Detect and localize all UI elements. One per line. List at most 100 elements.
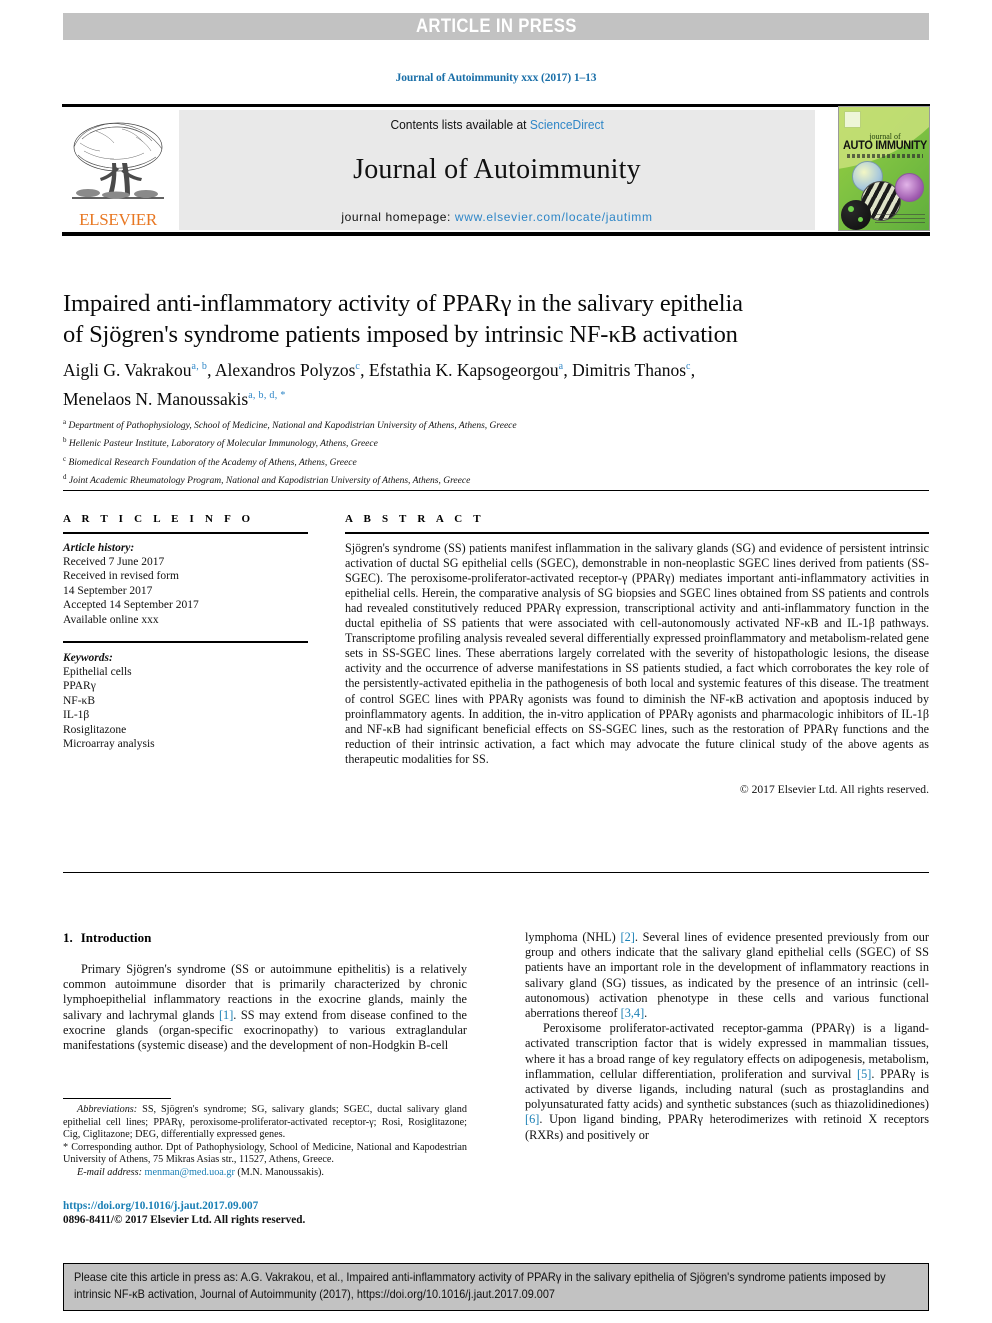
affiliation-item: b Hellenic Pasteur Institute, Laboratory… bbox=[63, 433, 923, 451]
article-page: ARTICLE IN PRESS Journal of Autoimmunity… bbox=[0, 0, 992, 1323]
cover-footer-bars bbox=[875, 211, 925, 223]
corresponding-author-note: * Corresponding author. Dpt of Pathophys… bbox=[63, 1141, 467, 1166]
please-cite-box: Please cite this article in press as: A.… bbox=[63, 1263, 929, 1311]
homepage-url-link[interactable]: www.elsevier.com/locate/jautimm bbox=[455, 210, 653, 224]
article-info-rule bbox=[63, 532, 308, 534]
abstract-rule bbox=[345, 532, 929, 534]
cover-dot-1 bbox=[848, 206, 854, 212]
article-info-heading: A R T I C L E I N F O bbox=[63, 513, 255, 525]
affiliation-text: Hellenic Pasteur Institute, Laboratory o… bbox=[68, 439, 378, 450]
issn-copyright-line: 0896-8411/© 2017 Elsevier Ltd. All right… bbox=[63, 1214, 306, 1226]
author-affil-marks: a, b bbox=[191, 361, 208, 372]
abbreviations-note: Abbreviations: SS, Sjögren's syndrome; S… bbox=[63, 1104, 467, 1142]
title-line-2: of Sjögren's syndrome patients imposed b… bbox=[63, 321, 738, 348]
affiliation-list: a Department of Pathophysiology, School … bbox=[63, 415, 923, 488]
keywords-divider-rule bbox=[63, 641, 308, 643]
masthead-center-panel: Contents lists available at ScienceDirec… bbox=[179, 110, 815, 230]
affiliation-mark: b bbox=[63, 436, 67, 445]
author-name: Menelaos N. Manoussakis bbox=[63, 388, 249, 409]
affiliation-item: d Joint Academic Rheumatology Program, N… bbox=[63, 470, 923, 488]
page-title: Impaired anti-inflammatory activity of P… bbox=[63, 288, 893, 350]
article-info-column: A R T I C L E I N F O Article history: R… bbox=[63, 513, 308, 751]
abstract-column: A B S T R A C T Sjögren's syndrome (SS) … bbox=[345, 513, 929, 796]
cover-cell-image-3 bbox=[895, 173, 924, 202]
affiliation-mark: d bbox=[63, 473, 67, 482]
affiliation-item: c Biomedical Research Foundation of the … bbox=[63, 452, 923, 470]
info-section-bottom-rule bbox=[63, 872, 929, 873]
elsevier-logo: ELSEVIER bbox=[62, 110, 174, 230]
paragraph-part: . bbox=[644, 1006, 648, 1021]
abbreviations-label: Abbreviations: bbox=[77, 1104, 138, 1115]
citation-ref-2[interactable]: [2] bbox=[621, 930, 635, 944]
journal-cover-thumbnail[interactable]: journal of AUTO IMMUNITY bbox=[838, 106, 930, 231]
contents-list-line: Contents lists available at ScienceDirec… bbox=[390, 118, 603, 132]
contents-prefix: Contents lists available at bbox=[390, 118, 530, 132]
keyword-item: IL-1β bbox=[63, 709, 90, 722]
title-line-1: Impaired anti-inflammatory activity of P… bbox=[63, 290, 743, 317]
author-affil-marks: a, b, d, * bbox=[248, 389, 286, 401]
abstract-copyright: © 2017 Elsevier Ltd. All rights reserved… bbox=[739, 783, 929, 796]
body-column-right: lymphoma (NHL) [2]. Several lines of evi… bbox=[525, 930, 929, 1143]
please-cite-text: Please cite this article in press as: A.… bbox=[74, 1271, 886, 1301]
elsevier-wordmark: ELSEVIER bbox=[79, 210, 157, 229]
affiliation-mark: c bbox=[63, 454, 67, 463]
body-column-left: 1. Introduction Primary Sjögren's syndrom… bbox=[63, 930, 467, 1053]
paragraph-part: lymphoma (NHL) bbox=[525, 930, 621, 944]
paragraph: Primary Sjögren's syndrome (SS or autoim… bbox=[63, 962, 467, 1053]
keywords-label: Keywords: bbox=[63, 651, 113, 664]
doi-link[interactable]: https://doi.org/10.1016/j.jaut.2017.09.0… bbox=[63, 1199, 483, 1213]
email-link[interactable]: menman@med.uoa.gr bbox=[145, 1167, 235, 1178]
masthead-top-rule bbox=[62, 104, 930, 107]
cover-title-label: AUTO IMMUNITY bbox=[842, 140, 928, 152]
paragraph: Peroxisome proliferator-activated recept… bbox=[525, 1021, 929, 1143]
elsevier-tree-icon bbox=[72, 122, 164, 199]
history-item: Received in revised form bbox=[63, 570, 179, 583]
journal-masthead: ELSEVIER Contents lists available at Sci… bbox=[62, 104, 930, 236]
article-history-label: Article history: bbox=[63, 541, 135, 554]
author-name: Dimitris Thanos bbox=[572, 359, 687, 380]
author-list: Aigli G. Vakrakoua, b, Alexandros Polyzo… bbox=[63, 359, 696, 409]
doi-block: https://doi.org/10.1016/j.jaut.2017.09.0… bbox=[63, 1199, 483, 1227]
author-affil-marks: a bbox=[558, 361, 564, 372]
citation-ref-1[interactable]: [1] bbox=[219, 1008, 233, 1022]
masthead-bottom-rule bbox=[62, 232, 930, 236]
section-heading-introduction: 1. Introduction bbox=[63, 930, 467, 946]
author-affil-marks: c bbox=[355, 361, 361, 372]
cover-subtitle-bars bbox=[847, 154, 923, 158]
keywords-block: Keywords: Epithelial cells PPARγ NF-κB I… bbox=[63, 651, 308, 752]
article-in-press-banner: ARTICLE IN PRESS bbox=[63, 13, 929, 40]
history-item: Accepted 14 September 2017 bbox=[63, 599, 199, 612]
abstract-heading: A B S T R A C T bbox=[345, 513, 485, 525]
article-history-block: Article history: Received 7 June 2017 Re… bbox=[63, 541, 308, 627]
email-note: E-mail address: menman@med.uoa.gr (M.N. … bbox=[63, 1167, 467, 1180]
history-item: Received 7 June 2017 bbox=[63, 556, 165, 568]
email-label: E-mail address: bbox=[77, 1166, 142, 1178]
sciencedirect-link[interactable]: ScienceDirect bbox=[530, 118, 604, 132]
citation-ref-5[interactable]: [5] bbox=[857, 1067, 871, 1081]
affiliation-text: Department of Pathophysiology, School of… bbox=[68, 421, 517, 432]
author-name: Alexandros Polyzos bbox=[214, 359, 356, 380]
journal-homepage-line: journal homepage: www.elsevier.com/locat… bbox=[341, 210, 652, 224]
paragraph-part: . Upon ligand binding, PPARγ heterodimer… bbox=[525, 1112, 929, 1142]
journal-running-head: Journal of Autoimmunity xxx (2017) 1–13 bbox=[395, 72, 597, 84]
cover-cell-image-4 bbox=[841, 200, 871, 230]
citation-ref-6[interactable]: [6] bbox=[525, 1112, 539, 1126]
affiliation-text: Joint Academic Rheumatology Program, Nat… bbox=[68, 476, 471, 487]
author-name: Aigli G. Vakrakou bbox=[63, 359, 192, 380]
abstract-text: Sjögren's syndrome (SS) patients manifes… bbox=[345, 540, 929, 766]
author-affil-marks: c bbox=[686, 361, 691, 372]
footnote-block: Abbreviations: SS, Sjögren's syndrome; S… bbox=[63, 1098, 467, 1180]
journal-title: Journal of Autoimmunity bbox=[353, 154, 641, 185]
author-name: Efstathia K. Kapsogeorgou bbox=[368, 359, 559, 380]
article-in-press-label: ARTICLE IN PRESS bbox=[415, 15, 577, 37]
homepage-prefix: journal homepage: bbox=[341, 210, 455, 224]
keyword-item: NF-κB bbox=[63, 694, 95, 707]
affiliation-mark: a bbox=[63, 418, 67, 426]
cover-dot-2 bbox=[858, 217, 863, 222]
keyword-item: Epithelial cells bbox=[63, 666, 132, 679]
affiliation-text: Biomedical Research Foundation of the Ac… bbox=[68, 457, 357, 468]
footnote-rule bbox=[63, 1098, 171, 1099]
citation-ref-3-4[interactable]: [3,4] bbox=[621, 1006, 645, 1020]
history-item: 14 September 2017 bbox=[63, 584, 153, 597]
section-number: 1. bbox=[63, 930, 73, 945]
